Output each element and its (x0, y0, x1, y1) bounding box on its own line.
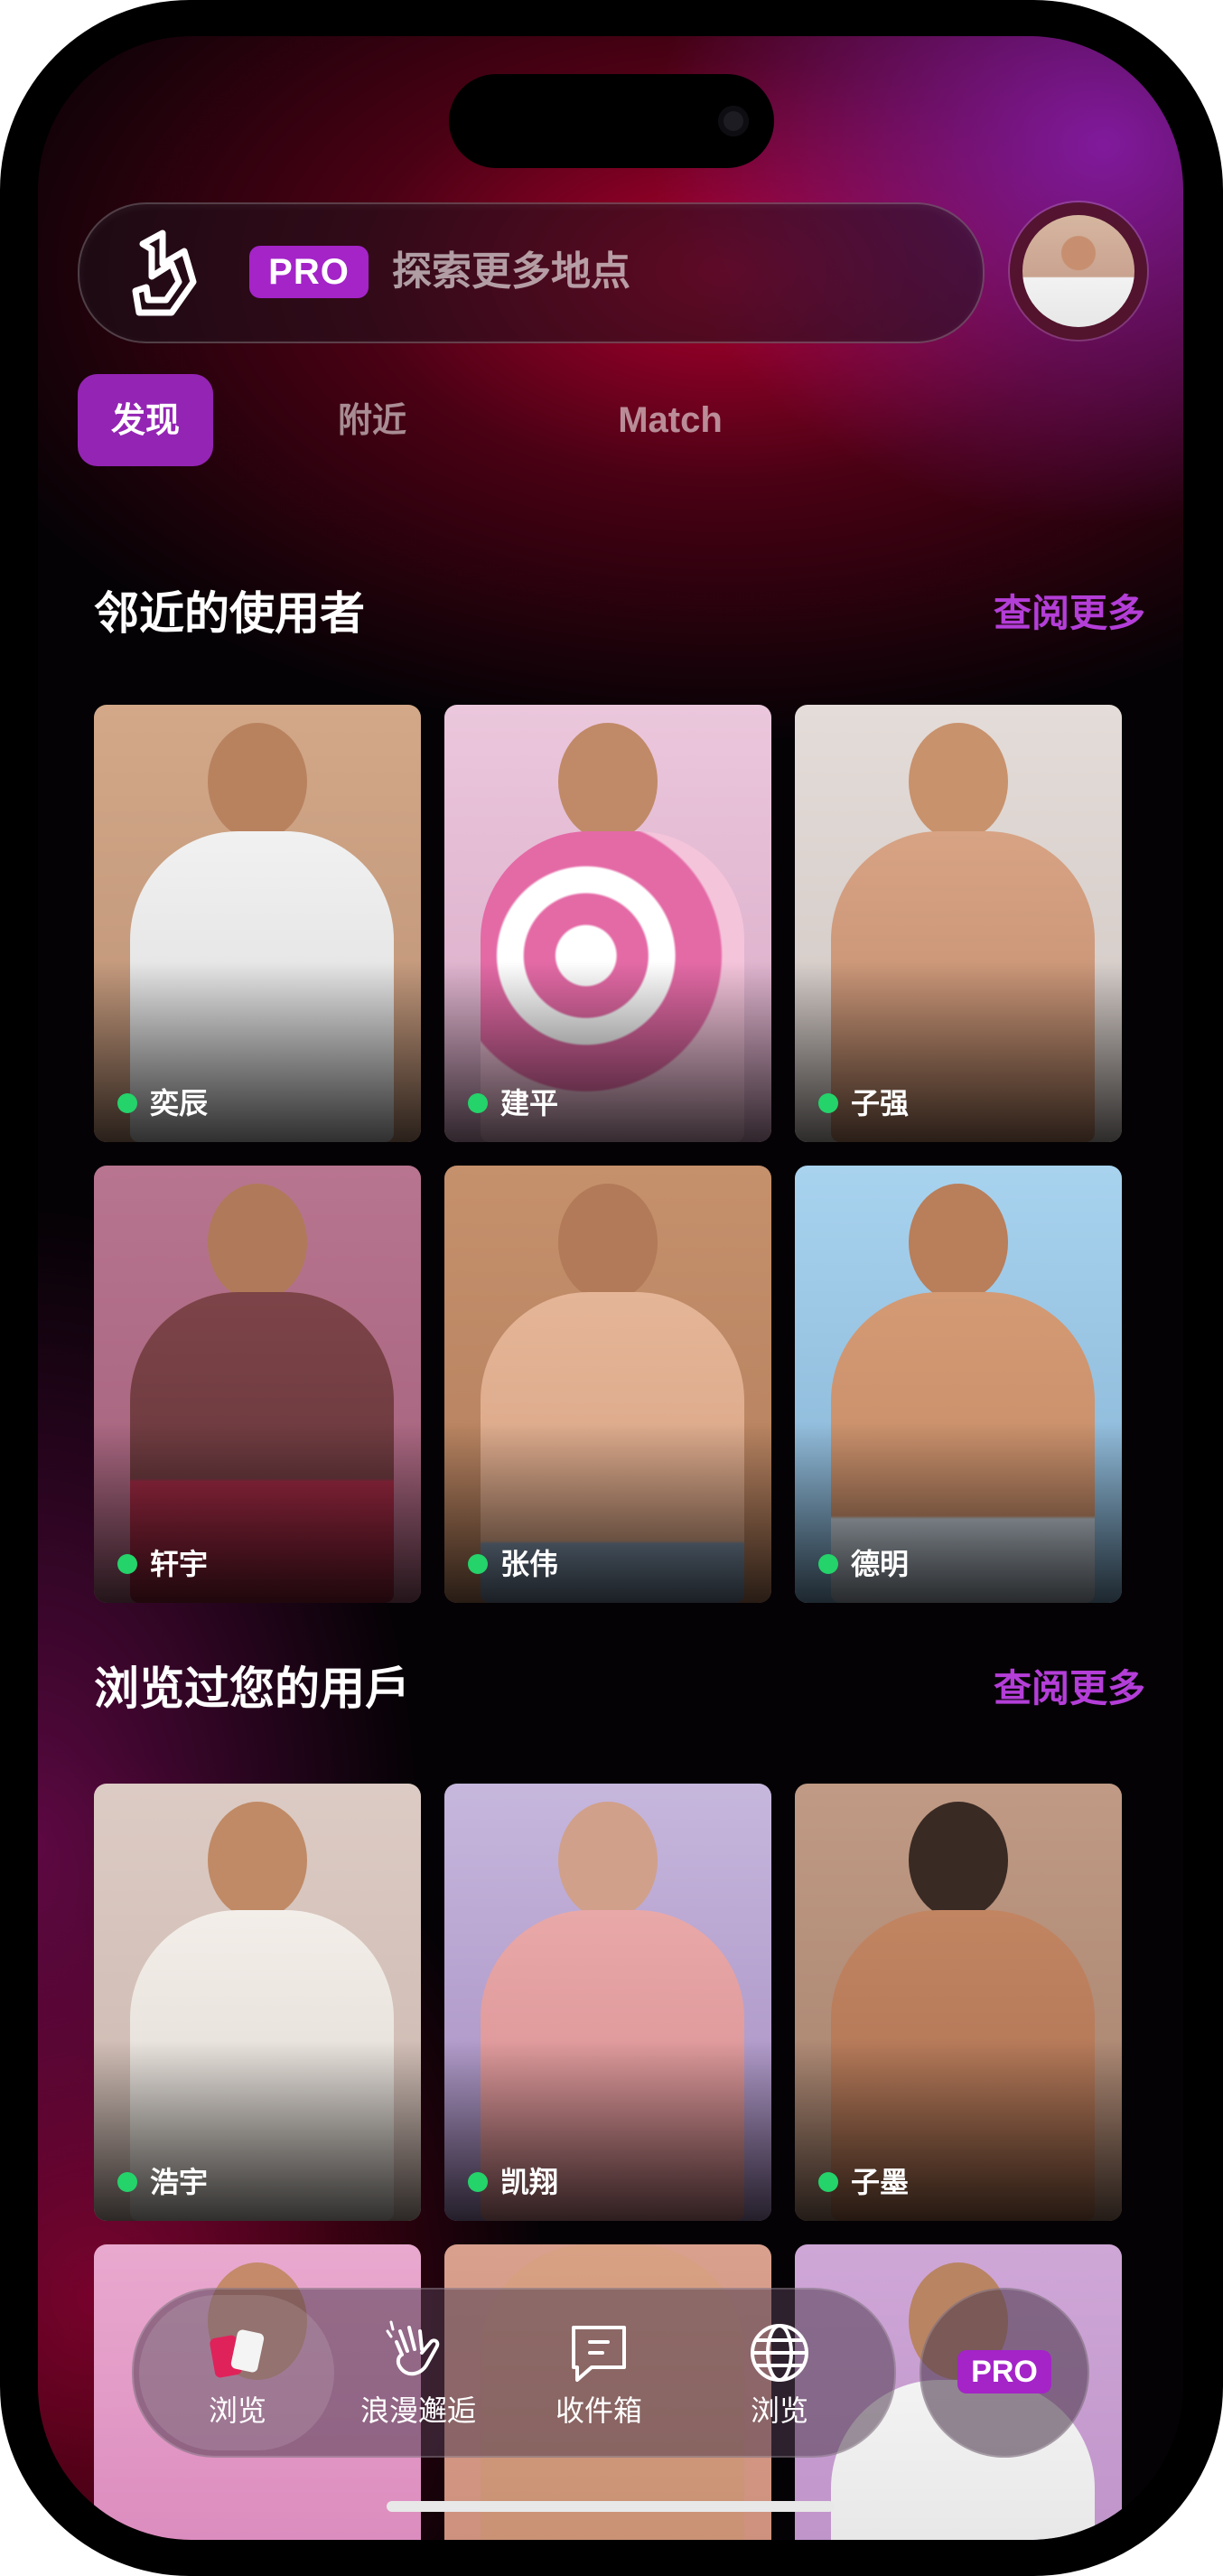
tabbar-item-inbox[interactable]: 收件箱 (513, 2290, 685, 2456)
user-card[interactable]: 德明 (795, 1166, 1122, 1603)
tabbar-label: 收件箱 (555, 2393, 642, 2428)
user-name: 轩宇 (150, 1547, 209, 1581)
tabbar-label: 浏览 (208, 2393, 266, 2428)
section-title-nearby: 邻近的使用者 (94, 587, 365, 640)
user-card[interactable]: 奕辰 (94, 705, 421, 1142)
online-status-dot (117, 1554, 137, 1574)
see-more-nearby-link[interactable]: 查阅更多 (994, 582, 1145, 645)
user-name: 奕辰 (150, 1086, 209, 1120)
online-status-dot (468, 2172, 488, 2192)
online-status-dot (818, 1093, 838, 1113)
explore-locations-search[interactable]: PRO 探索更多地点 (78, 202, 985, 343)
app-logo-icon (132, 229, 197, 316)
chat-icon (572, 2326, 626, 2382)
user-name: 子强 (851, 1086, 910, 1120)
user-card[interactable]: 建平 (444, 705, 771, 1142)
online-status-dot (818, 1554, 838, 1574)
profile-avatar-button[interactable] (1010, 202, 1147, 340)
tabbar-label: 浏览 (750, 2393, 808, 2428)
tab-match[interactable]: Match (562, 374, 779, 466)
tabbar-item-romantic-encounters[interactable]: 浪漫邂逅 (332, 2290, 504, 2456)
pro-badge: PRO (249, 246, 369, 298)
user-name: 德明 (851, 1547, 910, 1581)
user-name: 建平 (500, 1086, 559, 1120)
home-indicator[interactable] (387, 2501, 835, 2512)
user-card[interactable]: 凯翔 (444, 1784, 771, 2221)
wave-hand-icon (386, 2320, 440, 2376)
globe-icon (751, 2324, 808, 2382)
user-card[interactable]: 张伟 (444, 1166, 771, 1603)
tabbar-item-explore[interactable]: 浏览 (694, 2290, 865, 2456)
pro-badge: PRO (957, 2350, 1051, 2393)
user-name: 张伟 (500, 1547, 559, 1581)
see-more-viewed-link[interactable]: 查阅更多 (994, 1657, 1145, 1720)
online-status-dot (468, 1554, 488, 1574)
user-name: 浩宇 (150, 2165, 209, 2199)
cards-icon (210, 2329, 265, 2378)
tab-discover[interactable]: 发现 (78, 374, 213, 466)
dynamic-island (449, 74, 774, 168)
user-name: 子墨 (851, 2165, 910, 2199)
user-card[interactable]: 轩宇 (94, 1166, 421, 1603)
tabbar-label: 浪漫邂逅 (359, 2393, 476, 2428)
bottom-tab-bar: 浏览 浪漫邂逅 收件箱 浏览 (132, 2288, 896, 2458)
app-screen: PRO 探索更多地点 发现 附近 Match 邻近的使用者 查阅更多 奕辰 建平 (38, 36, 1183, 2540)
search-placeholder: 探索更多地点 (392, 248, 630, 295)
section-title-viewed-you: 浏览过您的用戶 (94, 1663, 410, 1715)
user-card[interactable]: 子墨 (795, 1784, 1122, 2221)
online-status-dot (468, 1093, 488, 1113)
online-status-dot (117, 1093, 137, 1113)
camera-icon (718, 106, 749, 136)
tabbar-item-browse[interactable]: 浏览 (152, 2290, 323, 2456)
phone-frame: PRO 探索更多地点 发现 附近 Match 邻近的使用者 查阅更多 奕辰 建平 (0, 0, 1223, 2576)
user-name: 凯翔 (500, 2165, 559, 2199)
online-status-dot (117, 2172, 137, 2192)
user-card[interactable]: 浩宇 (94, 1784, 421, 2221)
user-card[interactable]: 子强 (795, 705, 1122, 1142)
pro-upgrade-button[interactable]: PRO (920, 2288, 1089, 2458)
avatar (1022, 215, 1134, 327)
online-status-dot (818, 2172, 838, 2192)
tab-nearby[interactable]: 附近 (309, 374, 435, 466)
